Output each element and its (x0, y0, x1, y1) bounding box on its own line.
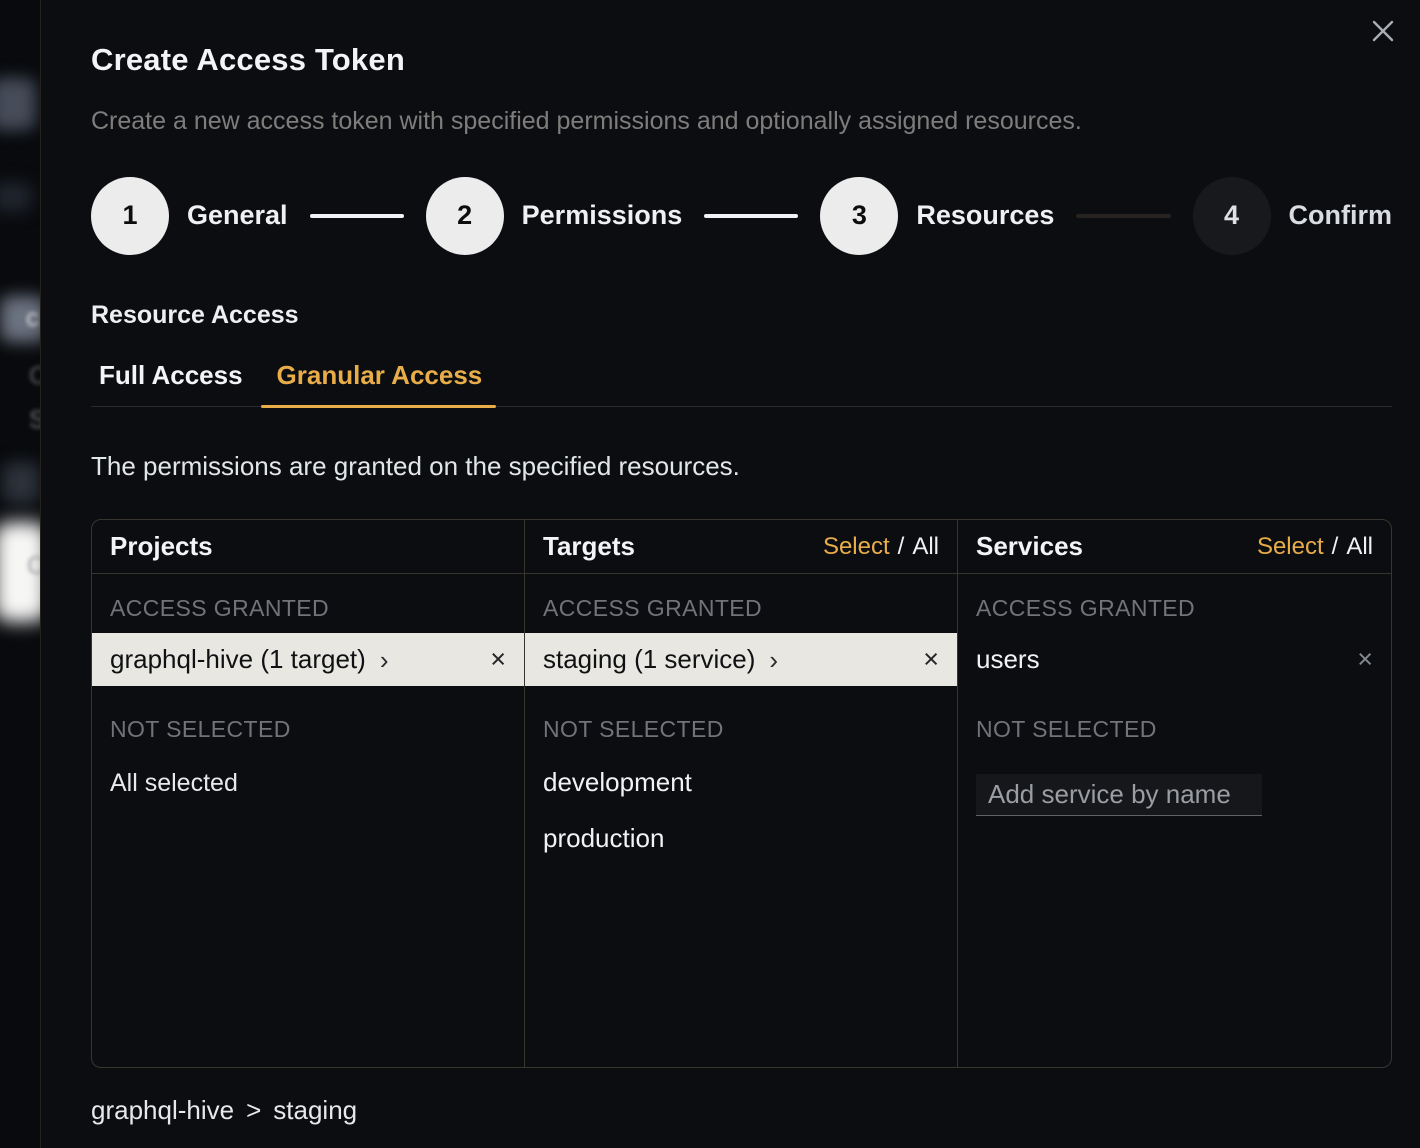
remove-service-button[interactable]: × (1357, 646, 1373, 673)
services-all-link[interactable]: All (1346, 533, 1373, 561)
targets-select-link[interactable]: Select (823, 533, 890, 561)
chevron-right-icon: › (769, 647, 778, 673)
background-page-blur: c C S C (0, 0, 41, 1148)
services-column-body: ACCESS GRANTED users × NOT SELECTED (958, 574, 1391, 1067)
projects-column: Projects ACCESS GRANTED graphql-hive (1 … (92, 520, 525, 1067)
projects-column-header: Projects (92, 520, 524, 574)
step-confirm[interactable]: 4 Confirm (1193, 177, 1393, 255)
access-granted-label: ACCESS GRANTED (958, 574, 1391, 633)
background-blob (2, 462, 40, 504)
close-icon (1370, 18, 1396, 44)
remove-target-button[interactable]: × (923, 646, 939, 673)
services-select-link[interactable]: Select (1257, 533, 1324, 561)
targets-all-link[interactable]: All (912, 533, 939, 561)
step-general[interactable]: 1 General (91, 177, 288, 255)
select-all-separator: / (1332, 533, 1339, 561)
breadcrumb-target: staging (273, 1095, 357, 1126)
not-selected-label: NOT SELECTED (92, 686, 524, 754)
step-connector (704, 214, 798, 218)
all-selected-note: All selected (92, 754, 524, 798)
dialog-title: Create Access Token (91, 42, 1392, 78)
create-access-token-dialog: Create Access Token Create a new access … (40, 0, 1420, 1148)
step-number-badge: 4 (1193, 177, 1271, 255)
breadcrumb-project: graphql-hive (91, 1095, 234, 1126)
projects-column-body: ACCESS GRANTED graphql-hive (1 target) ›… (92, 574, 524, 1067)
target-option-production[interactable]: production (525, 810, 957, 866)
dialog-subtitle: Create a new access token with specified… (91, 107, 1392, 136)
close-button[interactable] (1368, 16, 1398, 46)
step-resources[interactable]: 3 Resources (820, 177, 1054, 255)
target-option-development[interactable]: development (525, 754, 957, 810)
not-selected-label: NOT SELECTED (525, 686, 957, 754)
column-title: Projects (110, 531, 213, 562)
chevron-right-icon: › (380, 647, 389, 673)
services-select-all: Select / All (1257, 533, 1373, 561)
select-all-separator: / (898, 533, 905, 561)
wizard-stepper: 1 General 2 Permissions 3 Resources 4 Co… (91, 176, 1392, 255)
granted-project-name: graphql-hive (1 target) (110, 644, 366, 675)
access-mode-tabs: Full Access Granular Access (91, 360, 1392, 407)
breadcrumb-separator: > (246, 1095, 261, 1126)
add-service-input[interactable] (976, 774, 1262, 816)
background-text-fragment: c (26, 304, 39, 333)
granted-project-row[interactable]: graphql-hive (1 target) › × (92, 633, 524, 686)
granular-access-description: The permissions are granted on the speci… (91, 451, 1392, 482)
granted-target-name: staging (1 service) (543, 644, 755, 675)
background-blob (0, 78, 36, 130)
step-number-badge: 1 (91, 177, 169, 255)
services-column: Services Select / All ACCESS GRANTED use… (958, 520, 1391, 1067)
granted-target-row[interactable]: staging (1 service) › × (525, 633, 957, 686)
column-title: Services (976, 531, 1083, 562)
background-text-fragment: C (27, 552, 41, 581)
targets-select-all: Select / All (823, 533, 939, 561)
targets-column-header: Targets Select / All (525, 520, 957, 574)
step-number-badge: 3 (820, 177, 898, 255)
access-granted-label: ACCESS GRANTED (92, 574, 524, 633)
step-connector (310, 214, 404, 218)
granted-service-name: users (976, 644, 1040, 675)
resource-access-heading: Resource Access (91, 301, 1392, 330)
column-title: Targets (543, 531, 635, 562)
step-connector (1076, 214, 1170, 218)
remove-project-button[interactable]: × (490, 646, 506, 673)
selection-breadcrumb: graphql-hive > staging (91, 1095, 1392, 1126)
resource-picker-table: Projects ACCESS GRANTED graphql-hive (1 … (91, 519, 1392, 1068)
tab-full-access[interactable]: Full Access (99, 360, 243, 406)
granted-service-row[interactable]: users × (958, 633, 1391, 686)
targets-column-body: ACCESS GRANTED staging (1 service) › × N… (525, 574, 957, 1067)
tab-granular-access[interactable]: Granular Access (277, 360, 483, 406)
services-column-header: Services Select / All (958, 520, 1391, 574)
step-permissions[interactable]: 2 Permissions (426, 177, 683, 255)
targets-column: Targets Select / All ACCESS GRANTED stag… (525, 520, 958, 1067)
not-selected-label: NOT SELECTED (958, 686, 1391, 754)
background-blob (0, 182, 32, 212)
step-number-badge: 2 (426, 177, 504, 255)
access-granted-label: ACCESS GRANTED (525, 574, 957, 633)
